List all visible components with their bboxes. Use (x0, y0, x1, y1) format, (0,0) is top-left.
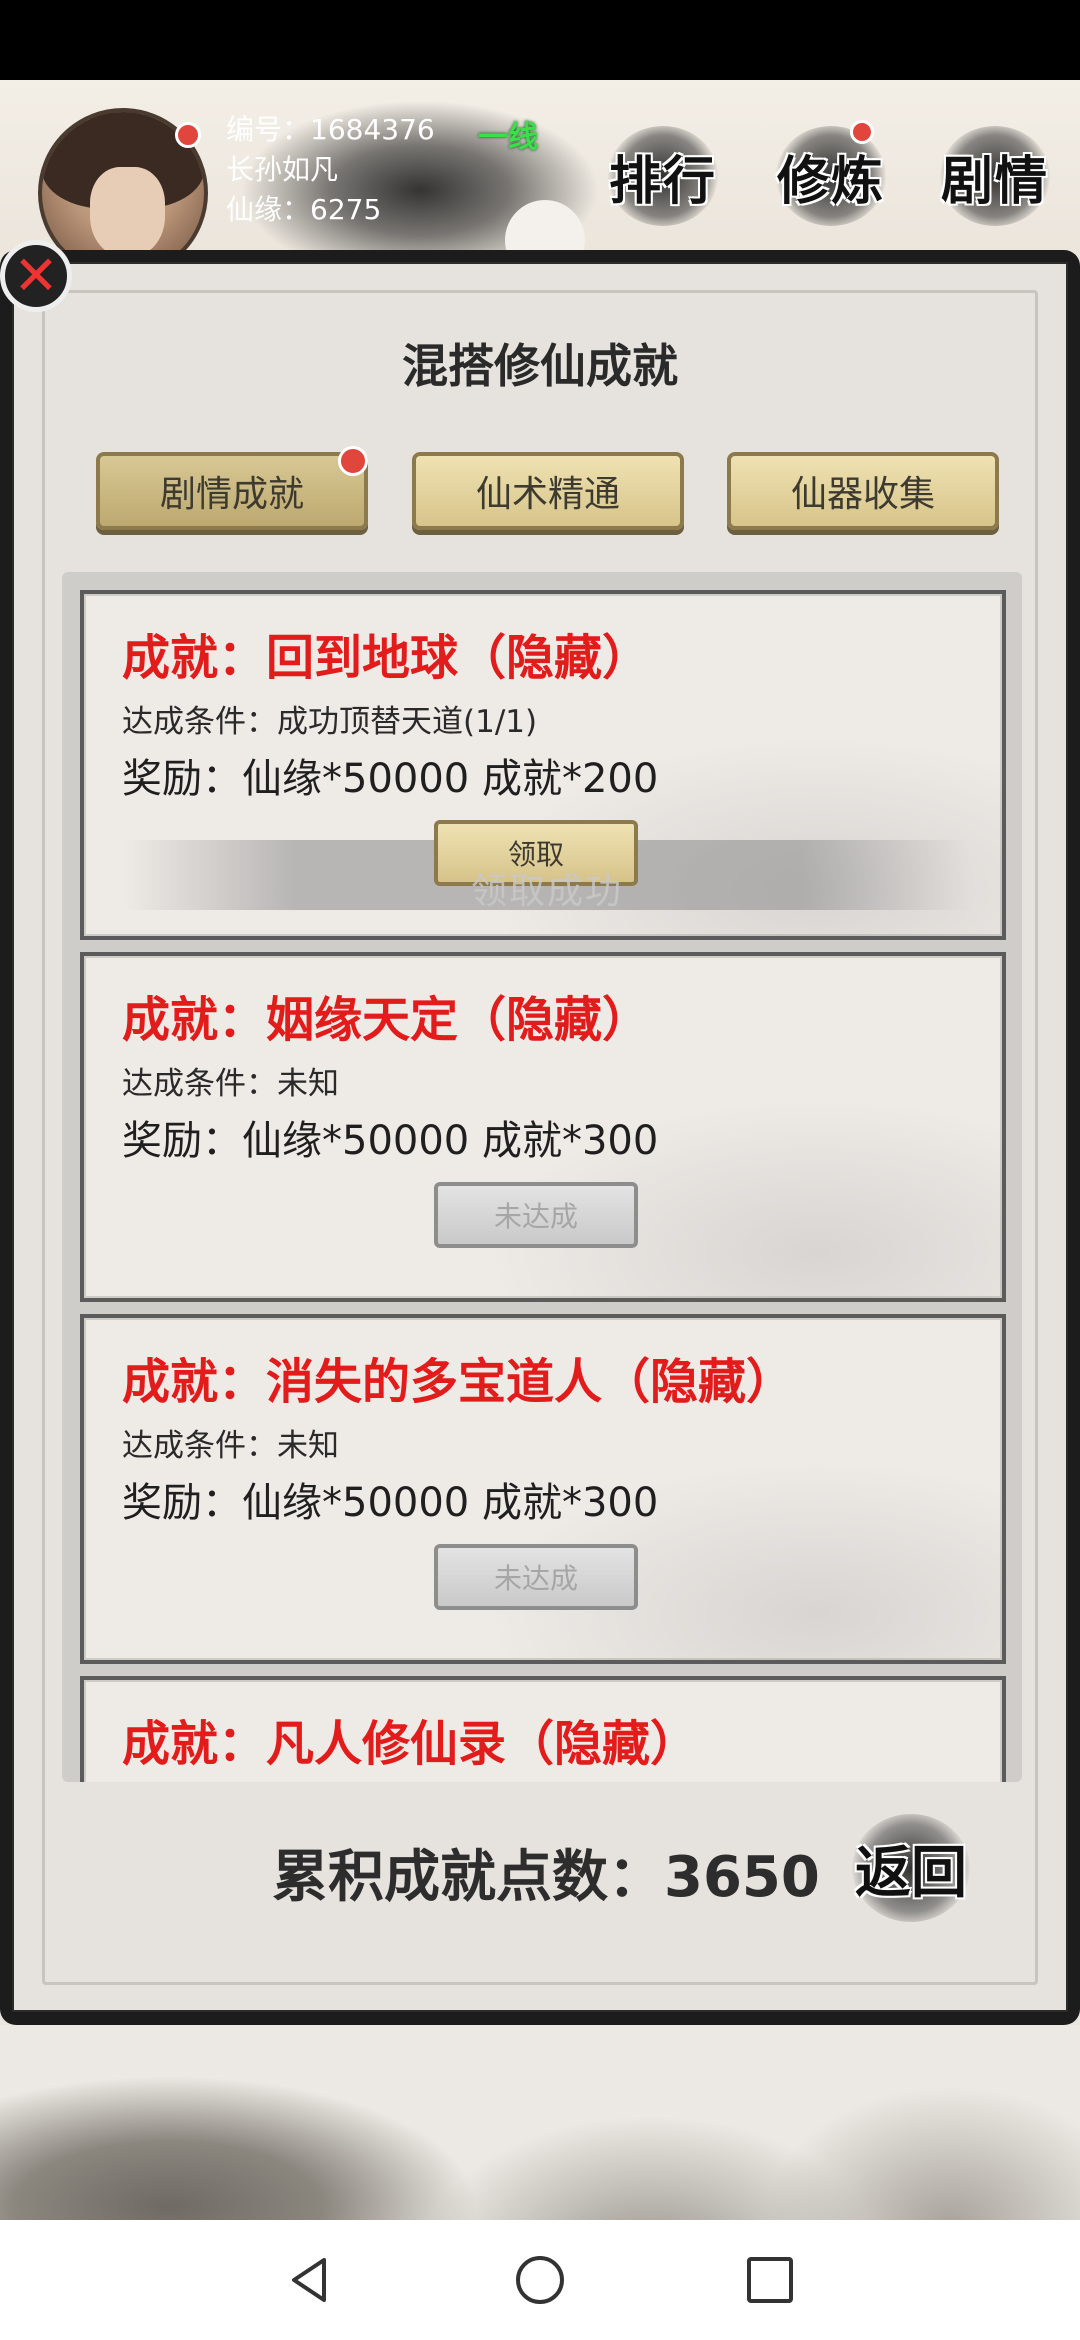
tab-story-achievements[interactable]: 剧情成就 (96, 452, 368, 530)
achievement-title: 成就：姻缘天定（隐藏） (122, 992, 651, 1048)
back-triangle-icon[interactable] (280, 2250, 340, 2310)
player-id: 编号：1684376 (226, 113, 435, 146)
achievement-reward: 奖励：仙缘*50000 成就*300 (122, 1118, 659, 1164)
achievement-card: 成就：回到地球（隐藏） 达成条件：成功顶替天道(1/1) 奖励：仙缘*50000… (80, 590, 1006, 940)
tab-notification-dot (338, 446, 368, 476)
cultivation-notification-dot (850, 120, 874, 144)
recents-square-icon[interactable] (740, 2250, 800, 2310)
home-circle-icon[interactable] (510, 2250, 570, 2310)
achievement-title: 成就：凡人修仙录（隐藏） (122, 1716, 699, 1772)
total-achievement-points: 累积成就点数：3650 (272, 1845, 820, 1910)
achievement-title: 成就：消失的多宝道人（隐藏） (122, 1354, 795, 1410)
player-info: 编号：1684376 长孙如凡 仙缘：6275 (226, 110, 435, 230)
claimed-status-text: 领取成功 (470, 871, 623, 912)
not-achieved-button[interactable]: 未达成 (434, 1182, 638, 1248)
ranking-button[interactable]: 排行 (598, 116, 728, 236)
back-button[interactable]: 返回 (846, 1808, 976, 1928)
achievement-condition: 达成条件：成功顶替天道(1/1) (122, 704, 538, 740)
system-navigation-bar (0, 2220, 1080, 2340)
achievement-card: 成就：姻缘天定（隐藏） 达成条件：未知 奖励：仙缘*50000 成就*300 未… (80, 952, 1006, 1302)
achievement-reward: 奖励：仙缘*50000 成就*200 (122, 756, 659, 802)
achievement-reward: 奖励：仙缘*50000 成就*300 (122, 1480, 659, 1526)
top-header: 编号：1684376 长孙如凡 仙缘：6275 一线 排行 修炼 剧情 (0, 80, 1080, 280)
status-bar (0, 0, 1080, 80)
achievement-title: 成就：回到地球（隐藏） (122, 630, 651, 686)
achievement-card: 成就：凡人修仙录（隐藏） (80, 1676, 1006, 1782)
story-button[interactable]: 剧情 (930, 116, 1060, 236)
landscape-decoration (0, 2025, 1080, 2220)
close-button[interactable]: ✕ (0, 240, 72, 312)
achievement-condition: 达成条件：未知 (122, 1428, 339, 1464)
tab-spell-mastery[interactable]: 仙术精通 (412, 452, 684, 530)
achievement-card: 成就：消失的多宝道人（隐藏） 达成条件：未知 奖励：仙缘*50000 成就*30… (80, 1314, 1006, 1664)
panel-title: 混搭修仙成就 (402, 339, 678, 393)
not-achieved-button[interactable]: 未达成 (434, 1544, 638, 1610)
player-name: 长孙如凡 (226, 153, 339, 186)
tab-artifact-collection[interactable]: 仙器收集 (727, 452, 999, 530)
achievement-condition: 达成条件：未知 (122, 1066, 339, 1102)
avatar-notification-dot (175, 122, 201, 148)
achievement-list[interactable]: 成就：回到地球（隐藏） 达成条件：成功顶替天道(1/1) 奖励：仙缘*50000… (62, 572, 1022, 1782)
server-line-tag[interactable]: 一线 (478, 112, 538, 156)
cultivation-button[interactable]: 修炼 (766, 116, 896, 236)
close-icon: ✕ (13, 244, 59, 307)
xianyuan-count: 仙缘：6275 (226, 193, 382, 226)
